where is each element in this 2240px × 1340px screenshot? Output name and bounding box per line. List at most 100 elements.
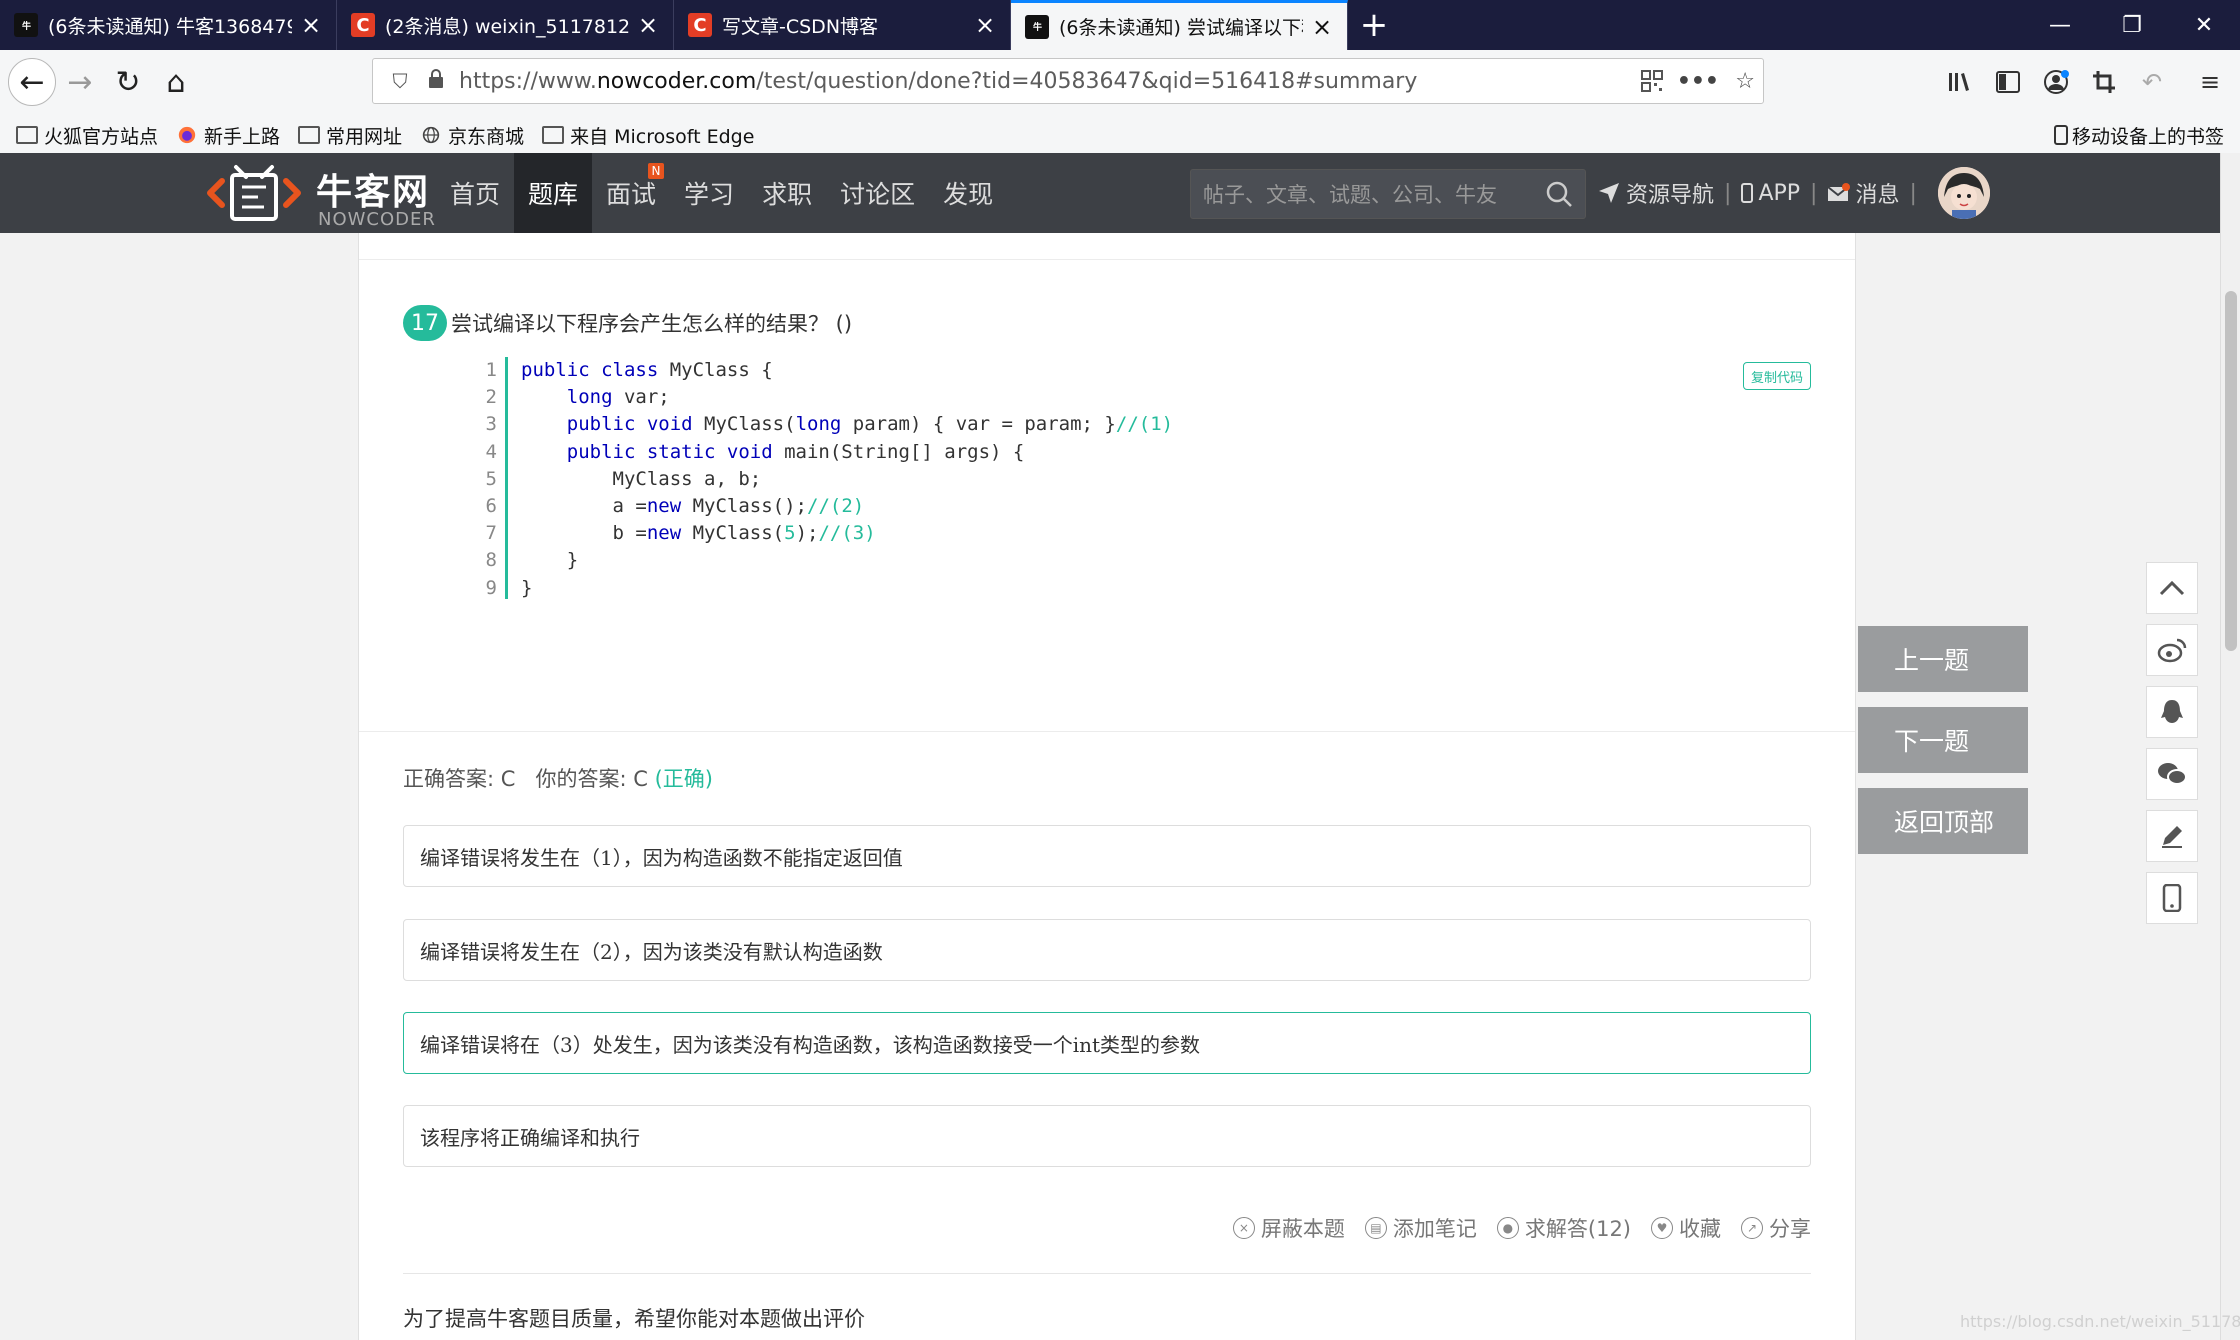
brand-name: 牛客网 bbox=[316, 172, 431, 213]
scrollbar-thumb[interactable] bbox=[2225, 291, 2237, 651]
search-placeholder: 帖子、文章、试题、公司、牛友 bbox=[1203, 183, 1497, 207]
close-tab-icon[interactable]: × bbox=[300, 11, 322, 39]
prev-question-button[interactable]: 上一题 bbox=[1858, 626, 2028, 692]
tab-title: (2条消息) weixin_51178129的 bbox=[385, 15, 629, 38]
close-tab-icon[interactable]: × bbox=[1311, 13, 1333, 41]
page-scrollbar[interactable] bbox=[2220, 153, 2240, 1340]
folder-icon bbox=[298, 126, 321, 144]
scroll-up-icon[interactable] bbox=[2146, 562, 2198, 614]
wechat-icon[interactable] bbox=[2146, 748, 2198, 800]
url-bar[interactable]: ⛉ https://www. nowcoder.com/test/question… bbox=[372, 58, 1764, 104]
library-icon[interactable] bbox=[1936, 58, 1984, 106]
bookmarks-bar: 火狐官方站点 新手上路 常用网址 京东商城 来自 Microsoft Edge … bbox=[0, 114, 2240, 156]
nav-home[interactable]: 首页 bbox=[436, 153, 514, 233]
question-panel: 17 尝试编译以下程序会产生怎么样的结果？ () 复制代码 1 2 3 4 5 … bbox=[358, 233, 1856, 1340]
nav-interview[interactable]: 面试 N bbox=[592, 153, 670, 233]
your-answer: 你的答案: C bbox=[535, 767, 648, 791]
restore-icon[interactable]: ❐ bbox=[2096, 0, 2168, 50]
nav-discover[interactable]: 发现 bbox=[929, 153, 1007, 233]
bookmark-jd[interactable]: 京东商城 bbox=[420, 122, 524, 149]
answer-summary: 正确答案: C 你的答案: C (正确) bbox=[403, 763, 713, 793]
shield-icon[interactable]: ⛉ bbox=[387, 69, 413, 93]
bookmark-common-sites[interactable]: 常用网址 bbox=[298, 122, 402, 149]
bookmark-star-icon[interactable]: ☆ bbox=[1735, 59, 1755, 103]
bookmark-edge[interactable]: 来自 Microsoft Edge bbox=[542, 122, 754, 149]
messages-link[interactable]: 消息 bbox=[1827, 177, 1899, 209]
code-line: } bbox=[521, 576, 533, 599]
bookmark-getting-started[interactable]: 新手上路 bbox=[176, 122, 280, 149]
browser-tab-strip: 牛 (6条未读通知) 牛客136847985 × C (2条消息) weixin… bbox=[0, 0, 2240, 50]
browser-tab-2[interactable]: C (2条消息) weixin_51178129的 × bbox=[337, 0, 674, 50]
share-button[interactable]: ↗ 分享 bbox=[1741, 1213, 1811, 1243]
reload-icon[interactable]: ↻ bbox=[104, 58, 152, 106]
question-actions: × 屏蔽本题 ▤ 添加笔记 ● 求解答(12) ♥ 收藏 ↗ 分享 bbox=[1213, 1213, 1811, 1243]
forward-arrow-icon[interactable]: → bbox=[56, 58, 104, 106]
close-tab-icon[interactable]: × bbox=[974, 11, 996, 39]
block-question-button[interactable]: × 屏蔽本题 bbox=[1232, 1213, 1345, 1243]
question-title: 17 尝试编译以下程序会产生怎么样的结果？ () bbox=[403, 305, 852, 341]
code-line: MyClass a, b; bbox=[521, 467, 762, 490]
globe-icon bbox=[422, 126, 440, 144]
nowcoder-favicon-icon: 牛 bbox=[1025, 14, 1049, 39]
browser-tab-1[interactable]: 牛 (6条未读通知) 牛客136847985 × bbox=[0, 0, 337, 50]
new-tab-button[interactable]: + bbox=[1348, 0, 1400, 50]
code-line: public static void main(String[] args) { bbox=[566, 440, 1025, 463]
nav-question-bank[interactable]: 题库 bbox=[514, 153, 593, 233]
line-numbers: 1 2 3 4 5 6 7 8 9 bbox=[485, 359, 497, 599]
home-icon[interactable]: ⌂ bbox=[152, 58, 200, 106]
close-tab-icon[interactable]: × bbox=[637, 11, 659, 39]
back-arrow-icon[interactable]: ← bbox=[8, 58, 56, 106]
minimize-icon[interactable]: — bbox=[2024, 0, 2096, 50]
nav-jobs[interactable]: 求职 bbox=[748, 153, 826, 233]
qr-code-icon[interactable] bbox=[1641, 59, 1663, 103]
resources-link[interactable]: 资源导航 bbox=[1598, 177, 1714, 209]
mail-icon bbox=[1827, 183, 1851, 201]
ask-answer-button[interactable]: ● 求解答(12) bbox=[1496, 1213, 1631, 1243]
search-icon[interactable] bbox=[1545, 180, 1573, 208]
option-a[interactable]: 编译错误将发生在（1），因为构造函数不能指定返回值 bbox=[403, 825, 1811, 887]
sidebar-toggle-icon[interactable] bbox=[1984, 58, 2032, 106]
brand-sub: NOWCODER bbox=[318, 209, 436, 230]
option-d[interactable]: 该程序将正确编译和执行 bbox=[403, 1105, 1811, 1167]
user-avatar[interactable] bbox=[1938, 167, 1990, 219]
nowcoder-logo[interactable]: 牛客网 NOWCODER bbox=[206, 159, 435, 230]
lock-icon[interactable] bbox=[423, 68, 449, 94]
option-b[interactable]: 编译错误将发生在（2），因为该类没有默认构造函数 bbox=[403, 919, 1811, 981]
edit-pencil-icon[interactable] bbox=[2146, 810, 2198, 862]
navigation-arrow-icon bbox=[1599, 183, 1619, 203]
tab-title: (6条未读通知) 牛客136847985 bbox=[48, 15, 292, 38]
folder-icon bbox=[16, 126, 38, 144]
site-search-input[interactable]: 帖子、文章、试题、公司、牛友 bbox=[1190, 169, 1586, 219]
code-line: public void MyClass(long param) { var = … bbox=[566, 413, 1174, 436]
mobile-phone-icon[interactable] bbox=[2146, 872, 2198, 924]
back-to-top-button[interactable]: 返回顶部 bbox=[1858, 788, 2028, 854]
folder-icon bbox=[542, 126, 565, 144]
copy-code-button[interactable]: 复制代码 bbox=[1743, 362, 1811, 390]
browser-tab-4[interactable]: 牛 (6条未读通知) 尝试编译以下程 × bbox=[1011, 0, 1348, 50]
more-actions-icon[interactable]: ••• bbox=[1677, 59, 1719, 103]
tab-title: (6条未读通知) 尝试编译以下程 bbox=[1059, 17, 1303, 39]
add-note-button[interactable]: ▤ 添加笔记 bbox=[1364, 1213, 1477, 1243]
next-question-button[interactable]: 下一题 bbox=[1858, 707, 2028, 773]
qq-icon[interactable] bbox=[2146, 686, 2198, 738]
app-link[interactable]: APP bbox=[1741, 181, 1800, 206]
close-window-icon[interactable]: ✕ bbox=[2168, 0, 2240, 50]
bookmark-firefox-site[interactable]: 火狐官方站点 bbox=[16, 122, 158, 149]
crop-screenshot-icon[interactable] bbox=[2080, 58, 2128, 106]
favorite-button[interactable]: ♥ 收藏 bbox=[1651, 1213, 1721, 1243]
weibo-icon[interactable] bbox=[2146, 624, 2198, 676]
account-icon[interactable] bbox=[2032, 58, 2080, 106]
mobile-bookmarks[interactable]: 移动设备上的书签 bbox=[2053, 114, 2224, 156]
url-prefix: https://www. bbox=[459, 68, 597, 94]
nav-forum[interactable]: 讨论区 bbox=[826, 153, 929, 233]
window-controls: — ❐ ✕ bbox=[2024, 0, 2240, 50]
undo-icon[interactable]: ↶ bbox=[2128, 58, 2176, 106]
csdn-favicon-icon: C bbox=[351, 13, 375, 37]
answer-result: (正确) bbox=[654, 767, 713, 791]
menu-icon[interactable]: ≡ bbox=[2186, 58, 2234, 106]
avatar-image bbox=[1938, 167, 1990, 219]
code-line: a =new MyClass();//(2) bbox=[521, 494, 865, 517]
nav-study[interactable]: 学习 bbox=[670, 153, 748, 233]
option-c[interactable]: 编译错误将在（3）处发生，因为该类没有构造函数，该构造函数接受一个int类型的参… bbox=[403, 1012, 1811, 1074]
browser-tab-3[interactable]: C 写文章-CSDN博客 × bbox=[674, 0, 1011, 50]
